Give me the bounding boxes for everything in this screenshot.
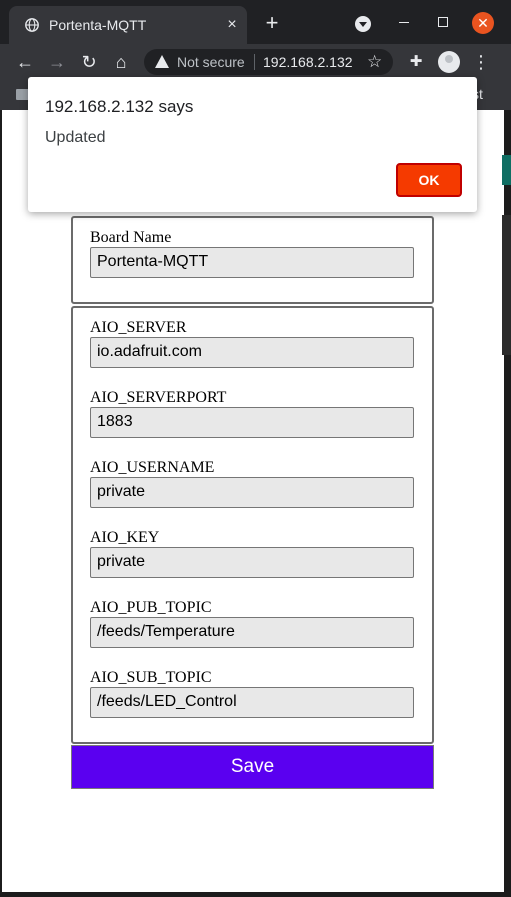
aio-key-input[interactable]: private [90, 547, 414, 578]
window-bottom-border [0, 892, 511, 897]
alert-dialog: 192.168.2.132 says Updated OK [28, 77, 477, 212]
board-name-label: Board Name [90, 229, 172, 246]
aio-pub-topic-input[interactable]: /feeds/Temperature [90, 617, 414, 648]
aio-key-label: AIO_KEY [90, 529, 160, 546]
url-text[interactable]: 192.168.2.132 [263, 54, 353, 70]
tab-search-icon[interactable] [355, 16, 371, 32]
maximize-button[interactable] [433, 12, 453, 32]
minimize-button[interactable] [394, 12, 414, 32]
page-viewport: Board Name Portenta-MQTT AIO_SERVER io.a… [2, 110, 504, 892]
browser-tab[interactable]: Portenta-MQTT × [9, 6, 247, 44]
tab-close-icon[interactable]: × [223, 16, 241, 34]
dialog-message: Updated [45, 129, 106, 146]
window-close-button[interactable]: ✕ [472, 12, 494, 34]
arrow-left-icon[interactable]: ← [14, 51, 36, 73]
aio-settings-section: AIO_SERVER io.adafruit.com AIO_SERVERPOR… [71, 306, 434, 744]
board-name-input[interactable]: Portenta-MQTT [90, 247, 414, 278]
aio-sub-topic-label: AIO_SUB_TOPIC [90, 669, 212, 686]
aio-server-input[interactable]: io.adafruit.com [90, 337, 414, 368]
aio-sub-topic-input[interactable]: /feeds/LED_Control [90, 687, 414, 718]
avatar-icon[interactable] [438, 51, 460, 73]
more-vert-icon[interactable]: ⋮ [472, 51, 490, 73]
star-icon[interactable]: ☆ [367, 52, 382, 72]
address-bar[interactable]: Not secure 192.168.2.132 ☆ [144, 49, 393, 75]
puzzle-icon[interactable]: ✚ [407, 53, 425, 71]
tab-title: Portenta-MQTT [49, 17, 147, 33]
globe-icon [25, 18, 39, 32]
aio-username-label: AIO_USERNAME [90, 459, 215, 476]
aio-pub-topic-label: AIO_PUB_TOPIC [90, 599, 212, 616]
save-button[interactable]: Save [71, 745, 434, 789]
warning-icon [155, 55, 169, 68]
address-separator [254, 54, 255, 70]
aio-serverport-input[interactable]: 1883 [90, 407, 414, 438]
reload-icon[interactable]: ↻ [78, 51, 100, 73]
new-tab-button[interactable]: + [262, 12, 282, 34]
browser-toolbar: ← → ↻ ⌂ Not secure 192.168.2.132 ☆ ✚ ⋮ [0, 44, 511, 80]
security-indicator[interactable]: Not secure [177, 54, 245, 70]
aio-serverport-label: AIO_SERVERPORT [90, 389, 227, 406]
home-icon[interactable]: ⌂ [110, 51, 132, 73]
background-window-edge [502, 155, 511, 355]
dialog-title: 192.168.2.132 says [45, 97, 194, 116]
board-name-section: Board Name Portenta-MQTT [71, 216, 434, 304]
title-bar: Portenta-MQTT × + ✕ [0, 0, 511, 44]
aio-server-label: AIO_SERVER [90, 319, 187, 336]
aio-username-input[interactable]: private [90, 477, 414, 508]
arrow-right-icon[interactable]: → [46, 51, 68, 73]
ok-button[interactable]: OK [396, 163, 462, 197]
